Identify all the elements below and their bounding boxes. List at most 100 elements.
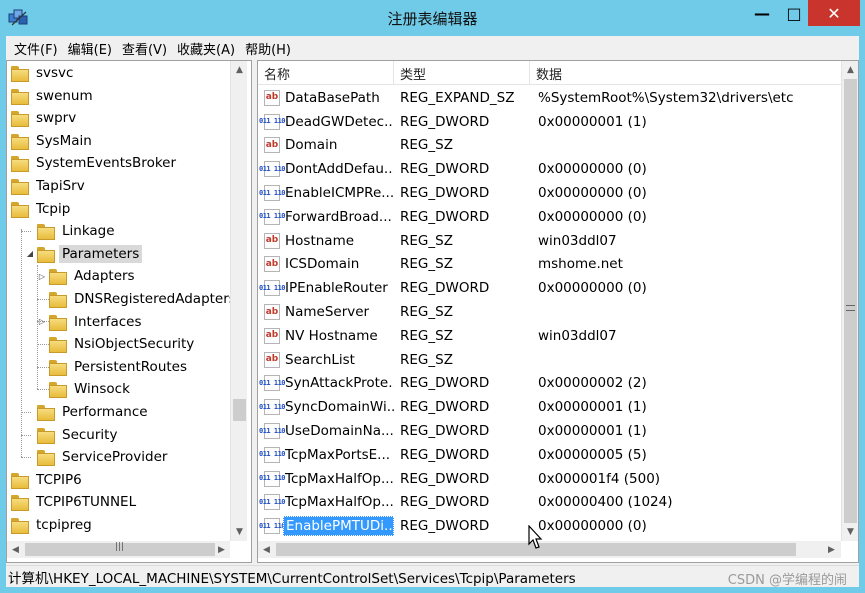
tree-item-swprv[interactable]: swprv bbox=[7, 107, 79, 129]
value-row[interactable]: 011 110 SynAttackProte... REG_DWORD 0x00000… bbox=[258, 372, 842, 396]
tree-item-serviceprovider[interactable]: ServiceProvider bbox=[25, 446, 170, 468]
tree-item-tcpip[interactable]: Tcpip bbox=[7, 198, 73, 220]
value-row[interactable]: 011 110 EnablePMTUDi... REG_DWORD 0x0000000… bbox=[258, 514, 842, 538]
binary-value-icon: 011 110 bbox=[259, 375, 286, 392]
menu-help[interactable]: 帮助(H) bbox=[243, 39, 299, 58]
folder-icon bbox=[49, 382, 67, 399]
tree-item-label: SystemEventsBroker bbox=[36, 155, 177, 172]
value-row[interactable]: 011 110 DontAddDefau... REG_DWORD 0x0000000… bbox=[258, 157, 842, 181]
value-row[interactable]: ab NameServer REG_SZ bbox=[258, 300, 842, 324]
value-type: REG_DWORD bbox=[400, 375, 490, 392]
value-type: REG_SZ bbox=[400, 304, 453, 321]
value-row[interactable]: ab Hostname REG_SZ win03ddl07 bbox=[258, 229, 842, 253]
value-row[interactable]: ab DataBasePath REG_EXPAND_SZ %SystemRoot%\… bbox=[258, 86, 842, 110]
column-header-data[interactable]: 数据 bbox=[530, 61, 842, 85]
main-area: svsvc swenum swprv SysMain SystemEventsBroke… bbox=[6, 60, 859, 565]
tree-horizontal-scrollbar[interactable]: ◀ ||| ▶ bbox=[7, 541, 230, 558]
binary-value-icon: 011 110 bbox=[259, 423, 286, 440]
tree-item-interfaces[interactable]: ▷ Interfaces bbox=[37, 311, 144, 333]
scroll-up-icon[interactable]: ▲ bbox=[231, 61, 248, 78]
value-name: TcpMaxPortsE... bbox=[285, 446, 391, 463]
scroll-down-icon[interactable]: ▼ bbox=[231, 523, 248, 540]
tree-item-label: swprv bbox=[36, 110, 77, 127]
expand-arrow-icon[interactable]: ▷ bbox=[37, 317, 47, 326]
tree-vertical-scrollbar[interactable]: ▲ ▼ bbox=[230, 61, 247, 541]
value-row[interactable]: 011 110 SyncDomainWi... REG_DWORD 0x0000000… bbox=[258, 395, 842, 419]
tree-item-label: swenum bbox=[36, 87, 93, 104]
scroll-down-icon[interactable]: ▼ bbox=[842, 523, 858, 540]
value-row[interactable]: 011 110 TcpMaxHalfOp... REG_DWORD 0x0000040… bbox=[258, 491, 842, 515]
binary-value-icon: 011 110 bbox=[259, 280, 286, 297]
value-row[interactable]: 011 110 DeadGWDetec... REG_DWORD 0x00000001… bbox=[258, 110, 842, 134]
tree-item-swenum[interactable]: swenum bbox=[7, 85, 96, 107]
menu-edit[interactable]: 编辑(E) bbox=[66, 39, 120, 58]
value-row[interactable]: 011 110 IPEnableRouter REG_DWORD 0x00000000… bbox=[258, 276, 842, 300]
value-row[interactable]: 011 110 ForwardBroad... REG_DWORD 0x0000000… bbox=[258, 205, 842, 229]
value-row[interactable]: 011 110 TcpMaxHalfOp... REG_DWORD 0x000001f… bbox=[258, 467, 842, 491]
value-name: SearchList bbox=[285, 351, 355, 368]
value-row[interactable]: 011 110 EnableICMPRe... REG_DWORD 0x0000000… bbox=[258, 181, 842, 205]
tree-item-tapisrv[interactable]: TapiSrv bbox=[7, 175, 88, 197]
value-row[interactable]: ab ICSDomain REG_SZ mshome.net bbox=[258, 253, 842, 277]
scroll-right-icon[interactable]: ▶ bbox=[823, 541, 840, 558]
tree-item-systemeventsbroker[interactable]: SystemEventsBroker bbox=[7, 152, 179, 174]
tree-item-winsock[interactable]: Winsock bbox=[37, 378, 133, 400]
tree-item-label: Linkage bbox=[62, 223, 115, 240]
binary-value-icon: 011 110 bbox=[259, 470, 286, 487]
tree-item-parameters[interactable]: ◢ Parameters bbox=[25, 243, 143, 265]
tree-item-persistentroutes[interactable]: PersistentRoutes bbox=[37, 356, 190, 378]
key-tree-pane[interactable]: svsvc swenum swprv SysMain SystemEventsBroke… bbox=[6, 60, 252, 563]
scroll-left-icon[interactable]: ◀ bbox=[258, 541, 275, 558]
value-type: REG_DWORD bbox=[400, 208, 490, 225]
menu-file[interactable]: 文件(F) bbox=[12, 39, 66, 58]
value-type: REG_SZ bbox=[400, 232, 453, 249]
value-type: REG_SZ bbox=[400, 327, 453, 344]
column-header-type[interactable]: 类型 bbox=[394, 61, 530, 85]
binary-value-icon: 011 110 bbox=[259, 113, 286, 130]
title-bar[interactable]: 注册表编辑器 — □ ✕ bbox=[0, 0, 865, 36]
list-scroll-thumb[interactable] bbox=[844, 79, 857, 523]
tree-item-performance[interactable]: Performance bbox=[25, 401, 151, 423]
close-button[interactable]: ✕ bbox=[808, 0, 860, 26]
tree-item-tcpip6[interactable]: TCPIP6 bbox=[7, 469, 85, 491]
list-horizontal-scrollbar[interactable]: ◀ ▶ bbox=[258, 541, 841, 558]
tree-scroll-thumb[interactable] bbox=[233, 399, 246, 421]
value-data: mshome.net bbox=[538, 256, 623, 273]
tree-item-sysmain[interactable]: SysMain bbox=[7, 130, 95, 152]
minimize-button[interactable]: — bbox=[744, 0, 780, 26]
menu-favorites[interactable]: 收藏夹(A) bbox=[175, 39, 243, 58]
value-type: REG_SZ bbox=[400, 137, 453, 154]
collapse-arrow-icon[interactable]: ◢ bbox=[25, 249, 35, 258]
tree-item-dnsregisteredadapters[interactable]: DNSRegisteredAdapters bbox=[37, 288, 231, 310]
value-type: REG_SZ bbox=[400, 256, 453, 273]
folder-icon bbox=[49, 359, 67, 376]
value-name-cell: ab SearchList bbox=[258, 351, 394, 369]
tree-item-tcpip6tunnel[interactable]: TCPIP6TUNNEL bbox=[7, 491, 139, 513]
value-row[interactable]: 011 110 TcpMaxPortsE... REG_DWORD 0x0000000… bbox=[258, 443, 842, 467]
maximize-button[interactable]: □ bbox=[776, 0, 812, 26]
value-row[interactable]: ab Domain REG_SZ bbox=[258, 134, 842, 158]
tree-item-linkage[interactable]: Linkage bbox=[25, 220, 118, 242]
tree-item-security[interactable]: Security bbox=[25, 424, 120, 446]
value-name-cell: ab NameServer bbox=[258, 303, 394, 321]
tree-item-adapters[interactable]: ▷ Adapters bbox=[37, 265, 138, 287]
value-type: REG_SZ bbox=[400, 351, 453, 368]
values-list-pane[interactable]: 名称 类型 数据 ab DataBasePath REG_EXPAND_SZ %Sys… bbox=[257, 60, 859, 563]
tree-item-svsvc[interactable]: svsvc bbox=[7, 62, 76, 84]
tree-item-tcpipreg[interactable]: tcpipreg bbox=[7, 514, 95, 536]
tree-item-nsiobjectsecurity[interactable]: NsiObjectSecurity bbox=[37, 333, 197, 355]
scroll-right-icon[interactable]: ▶ bbox=[213, 541, 230, 558]
value-row[interactable]: ab SearchList REG_SZ bbox=[258, 348, 842, 372]
scroll-up-icon[interactable]: ▲ bbox=[842, 61, 858, 78]
value-name-cell: 011 110 TcpMaxHalfOp... bbox=[258, 493, 394, 511]
scroll-left-icon[interactable]: ◀ bbox=[7, 541, 24, 558]
value-row[interactable]: ab NV Hostname REG_SZ win03ddl07 bbox=[258, 324, 842, 348]
folder-icon bbox=[11, 66, 29, 82]
menu-view[interactable]: 查看(V) bbox=[120, 39, 175, 58]
value-row[interactable]: 011 110 UseDomainNa... REG_DWORD 0x00000001… bbox=[258, 419, 842, 443]
value-data: 0x00000000 (0) bbox=[538, 161, 647, 178]
string-value-icon: ab bbox=[264, 256, 280, 273]
list-vertical-scrollbar[interactable]: ▲ ▼ bbox=[841, 61, 858, 541]
column-header-name[interactable]: 名称 bbox=[258, 61, 394, 85]
expand-arrow-icon[interactable]: ▷ bbox=[37, 272, 47, 281]
